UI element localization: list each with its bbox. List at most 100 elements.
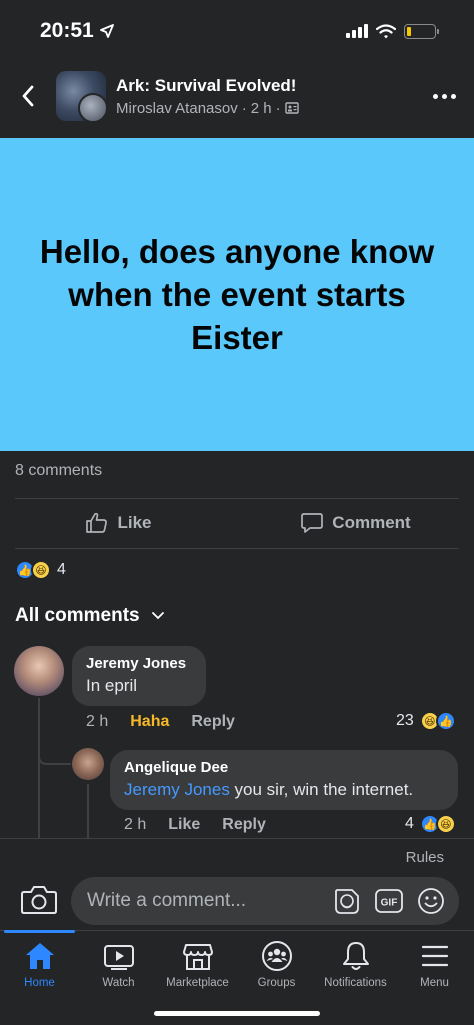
reaction-button[interactable]: Haha: [130, 713, 169, 731]
more-dot-icon: [441, 93, 447, 99]
comment-text-body: you sir, win the internet.: [229, 780, 414, 799]
comment-reaction-count: 4: [405, 815, 414, 832]
thread-line: [87, 784, 89, 838]
post-text: Hello, does anyone know when the event s…: [39, 233, 435, 356]
thumbs-up-icon: [86, 512, 108, 533]
post-card[interactable]: Hello, does anyone know when the event s…: [0, 138, 474, 451]
comment-composer: Rules GIF: [0, 838, 474, 930]
divider: [15, 548, 459, 549]
reply-button[interactable]: Reply: [191, 713, 235, 731]
gif-label: GIF: [381, 898, 398, 909]
comments-count[interactable]: 8 comments: [15, 462, 102, 480]
home-indicator[interactable]: [154, 1011, 320, 1016]
wifi-icon: [376, 23, 396, 38]
composer-icons: GIF: [332, 886, 446, 916]
more-options-button[interactable]: [414, 66, 474, 126]
status-time-text: 20:51: [40, 19, 94, 42]
comment-author-avatar[interactable]: [14, 646, 64, 696]
comment-author-name[interactable]: Jeremy Jones: [86, 655, 192, 672]
group-avatar[interactable]: [56, 71, 106, 121]
battery-icon: [404, 23, 439, 39]
reply-connector: [38, 738, 71, 765]
haha-reaction-icon: 😆: [435, 814, 456, 834]
more-dot-icon: [450, 93, 456, 99]
comment-bubble-icon: [301, 513, 324, 533]
comment-meta: 2 h Haha Reply: [86, 713, 235, 731]
location-arrow-icon: [99, 24, 114, 38]
tab-menu[interactable]: Menu: [395, 931, 474, 1025]
reactions-summary[interactable]: 👍 😆 4: [15, 560, 66, 580]
tab-home[interactable]: Home: [0, 930, 79, 1025]
camera-button[interactable]: [20, 884, 58, 918]
status-time: 20:51: [40, 19, 114, 43]
reaction-count: 4: [57, 561, 66, 578]
thread-line: [38, 698, 40, 838]
back-button[interactable]: [0, 66, 56, 126]
tab-notifications[interactable]: Notifications: [316, 931, 395, 1025]
post-time[interactable]: 2 h: [251, 100, 272, 117]
post-meta: Miroslav Atanasov · 2 h ·: [116, 100, 414, 117]
avatar-sticker-button[interactable]: [332, 886, 362, 916]
meta-separator: ·: [275, 99, 281, 117]
comment-author-name[interactable]: Angelique Dee: [124, 759, 444, 776]
tab-label: Notifications: [324, 977, 387, 989]
groups-icon: [260, 939, 294, 973]
gif-button[interactable]: GIF: [374, 886, 404, 916]
comment-time[interactable]: 2 h: [124, 816, 146, 834]
comment-author-avatar[interactable]: [72, 748, 104, 780]
post-header: Ark: Survival Evolved! Miroslav Atanasov…: [0, 66, 474, 126]
like-label: Like: [117, 513, 152, 532]
like-comment-button[interactable]: Like: [168, 816, 200, 834]
comment-button[interactable]: Comment: [237, 500, 474, 546]
emoji-smile-icon: [418, 888, 444, 914]
comment-bubble[interactable]: Jeremy Jones In epril: [72, 646, 206, 706]
bottom-tab-bar: Home Watch Marketplace Groups Notificati…: [0, 930, 474, 1025]
status-icons: [346, 23, 439, 39]
comment-reactions[interactable]: 4 👍 😆: [405, 814, 456, 834]
cellular-signal-icon: [346, 24, 368, 38]
comment-meta: 2 h Like Reply: [124, 816, 266, 834]
like-reaction-icon: 👍: [435, 711, 456, 731]
divider: [15, 498, 459, 499]
marketplace-icon: [181, 939, 215, 973]
comment-text: In epril: [86, 676, 138, 695]
group-privacy-icon: [284, 102, 299, 114]
author-avatar[interactable]: [78, 93, 106, 121]
chevron-left-icon: [22, 85, 34, 107]
mention-link[interactable]: Jeremy Jones: [124, 780, 230, 799]
tab-label: Menu: [420, 977, 449, 989]
menu-icon: [418, 939, 452, 973]
home-icon: [23, 939, 57, 973]
tab-label: Watch: [102, 977, 135, 989]
comment-text: Jeremy Jones you sir, win the internet.: [124, 780, 444, 800]
comment-input[interactable]: [87, 890, 332, 912]
bell-icon: [339, 939, 373, 973]
comment-time[interactable]: 2 h: [86, 713, 108, 731]
comments-filter-label: All comments: [15, 605, 140, 626]
avatar-sticker-icon: [335, 889, 359, 914]
camera-icon: [21, 886, 57, 914]
header-text: Ark: Survival Evolved! Miroslav Atanasov…: [116, 76, 414, 117]
status-bar: 20:51: [0, 0, 474, 62]
comment-bubble[interactable]: Angelique Dee Jeremy Jones you sir, win …: [110, 750, 458, 810]
group-name[interactable]: Ark: Survival Evolved!: [116, 76, 414, 96]
comment-reactions[interactable]: 23 😆 👍: [396, 711, 456, 731]
comment-label: Comment: [332, 513, 411, 532]
author-name[interactable]: Miroslav Atanasov: [116, 100, 238, 117]
reply-button[interactable]: Reply: [222, 816, 266, 834]
chevron-down-icon: [151, 612, 164, 620]
tab-watch[interactable]: Watch: [79, 931, 158, 1025]
comment-input-field[interactable]: GIF: [71, 877, 459, 925]
tab-label: Home: [24, 977, 55, 989]
meta-separator: ·: [241, 99, 247, 117]
like-button[interactable]: Like: [0, 500, 237, 546]
post-actions: Like Comment: [0, 500, 474, 546]
comment-reaction-count: 23: [396, 712, 414, 729]
watch-icon: [102, 939, 136, 973]
more-dot-icon: [432, 93, 438, 99]
emoji-button[interactable]: [416, 886, 446, 916]
comments-filter-dropdown[interactable]: All comments: [15, 605, 164, 627]
haha-reaction-icon: 😆: [31, 560, 51, 580]
rules-link[interactable]: Rules: [406, 849, 444, 866]
gif-icon: GIF: [375, 889, 403, 913]
